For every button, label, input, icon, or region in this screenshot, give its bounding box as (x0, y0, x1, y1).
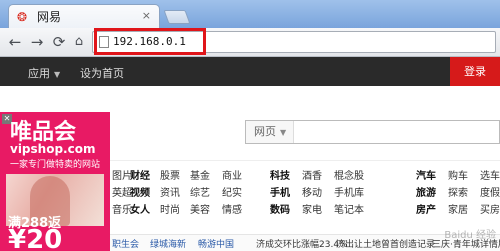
ticker-item[interactable]: 济出让土地曾首创造记录 (336, 237, 435, 250)
ad-site: vipshop.com (10, 142, 96, 156)
link-item[interactable]: 纪实 (222, 184, 242, 199)
link-item[interactable]: 买房 (480, 201, 500, 216)
link-item[interactable]: 手机库 (334, 184, 364, 199)
search-type-label: 网页 (254, 125, 276, 138)
reload-icon[interactable]: ⟳ (50, 33, 68, 51)
link-item[interactable]: 时尚 (160, 201, 180, 216)
category-links: 图片 英超 音乐 财经 视频 女人 股票 资讯 时尚 基金 综艺 美容 商业 纪… (110, 160, 500, 234)
link-item[interactable]: 科技 (270, 167, 290, 182)
baidu-watermark: Baidu 经验 (444, 230, 496, 241)
link-item[interactable]: 汽车 (416, 167, 436, 182)
link-item[interactable]: 手机 (270, 184, 290, 199)
link-item[interactable]: 资讯 (160, 184, 180, 199)
back-icon[interactable]: ← (6, 33, 24, 51)
link-item[interactable]: 商业 (222, 167, 242, 182)
netease-logo-icon: ❂ (17, 9, 28, 24)
ticker-item[interactable]: 畅游中国 (198, 237, 234, 250)
ticker-item[interactable]: 绿城海新 (150, 237, 186, 250)
link-item[interactable]: 酒香 (302, 167, 322, 182)
link-item[interactable]: 情感 (222, 201, 242, 216)
search-box[interactable]: 网页 ▼ (245, 120, 500, 144)
link-item[interactable]: 音乐 (112, 201, 132, 216)
login-button[interactable]: 登录 (450, 57, 500, 86)
link-item[interactable]: 女人 (130, 201, 150, 216)
browser-tab[interactable]: ❂ 网易 × (8, 4, 160, 28)
chevron-down-icon: ▼ (280, 128, 287, 137)
link-item[interactable]: 图片 (112, 167, 132, 182)
news-ticker: 职生会 绿城海新 畅游中国 济成交环比涨幅23.4% 济出让土地曾首创造记录 三… (110, 234, 500, 251)
url-highlight-box (94, 28, 206, 55)
link-item[interactable]: 美容 (190, 201, 210, 216)
chevron-down-icon: ▼ (54, 70, 61, 79)
set-home-link[interactable]: 设为首页 (80, 65, 124, 81)
ticker-item[interactable]: 济成交环比涨幅23.4% (256, 237, 348, 250)
tab-title: 网易 (37, 10, 62, 24)
link-item[interactable]: 英超 (112, 184, 132, 199)
link-item[interactable]: 房产 (416, 201, 436, 216)
link-item[interactable]: 家电 (302, 201, 322, 216)
tab-close-icon[interactable]: × (142, 9, 151, 22)
link-item[interactable]: 移动 (302, 184, 322, 199)
link-item[interactable]: 棍念股 (334, 167, 364, 182)
link-item[interactable]: 度假 (480, 184, 500, 199)
link-item[interactable]: 选车 (480, 167, 500, 182)
link-item[interactable]: 基金 (190, 167, 210, 182)
link-item[interactable]: 探索 (448, 184, 468, 199)
link-item[interactable]: 综艺 (190, 184, 210, 199)
link-item[interactable]: 家居 (448, 201, 468, 216)
search-type-select[interactable]: 网页 ▼ (246, 121, 294, 143)
browser-tab-strip: ❂ 网易 × (0, 0, 500, 28)
browser-toolbar: ← → ⟳ ⌂ 192.168.0.1 (0, 28, 500, 57)
apps-label: 应用 (28, 67, 50, 80)
link-item[interactable]: 股票 (160, 167, 180, 182)
apps-menu[interactable]: 应用 ▼ (28, 65, 60, 81)
site-top-nav: 应用 ▼ 设为首页 登录 (0, 57, 500, 86)
link-item[interactable]: 数码 (270, 201, 290, 216)
ad-slogan: 一家专门做特卖的网站 (10, 160, 101, 170)
ticker-item[interactable]: 职生会 (112, 237, 139, 250)
link-item[interactable]: 视频 (130, 184, 150, 199)
link-item[interactable]: 财经 (130, 167, 150, 182)
link-item[interactable]: 笔记本 (334, 201, 364, 216)
new-tab-button[interactable] (163, 10, 191, 24)
home-icon[interactable]: ⌂ (70, 33, 88, 51)
link-item[interactable]: 购车 (448, 167, 468, 182)
forward-icon[interactable]: → (28, 33, 46, 51)
link-item[interactable]: 旅游 (416, 184, 436, 199)
ad-big-price: ¥20 (8, 225, 63, 251)
